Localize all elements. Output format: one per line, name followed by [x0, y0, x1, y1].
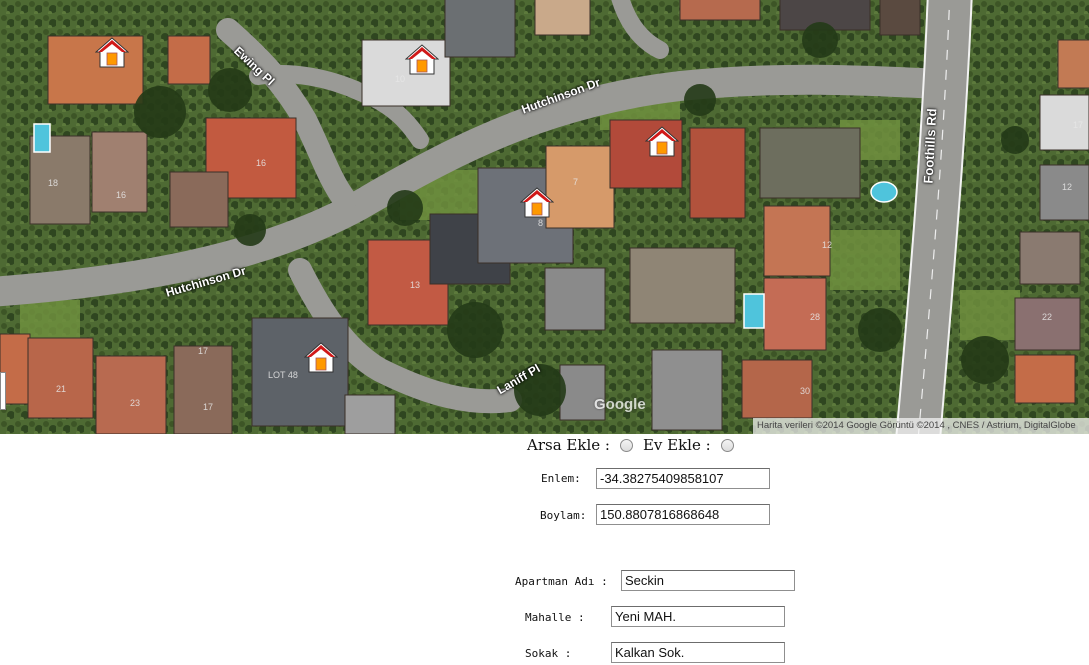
house-number: 18 [48, 178, 59, 188]
house-number: 23 [130, 398, 141, 408]
house-marker-icon [304, 342, 338, 373]
sokak-label: Sokak : [525, 647, 572, 660]
mahalle-field[interactable]: Yeni MAH. [611, 606, 785, 627]
house-marker-5[interactable] [304, 342, 338, 374]
boylam-field[interactable]: 150.8807816868648 [596, 504, 770, 525]
house-number: 17 [198, 346, 209, 356]
house-number: 28 [810, 312, 821, 322]
map-attribution[interactable]: Harita verileri ©2014 Google Görüntü ©20… [753, 418, 1089, 434]
house-number: LOT 48 [268, 370, 298, 380]
house-marker-icon [645, 126, 679, 157]
house-number: 12 [1062, 182, 1073, 192]
house-number: 12 [822, 240, 833, 250]
house-marker-2[interactable] [405, 44, 439, 76]
house-marker-3[interactable] [645, 126, 679, 158]
type-selector-row: Arsa Ekle : Ev Ekle : [527, 436, 744, 454]
apartman-field[interactable]: Seckin [621, 570, 795, 591]
house-number: 21 [56, 384, 67, 394]
ev-radio[interactable] [720, 438, 734, 452]
house-marker-1[interactable] [95, 37, 129, 69]
house-number: 17 [1073, 120, 1084, 130]
house-number: 7 [573, 177, 579, 187]
map-control-edge[interactable] [0, 372, 6, 410]
sokak-field[interactable]: Kalkan Sok. [611, 642, 785, 663]
house-number: 30 [800, 386, 811, 396]
arsa-radio[interactable] [619, 438, 633, 452]
house-number: 16 [256, 158, 267, 168]
house-number: 22 [1042, 312, 1053, 322]
satellite-map[interactable]: Ewing Pl Hutchinson Dr Hutchinson Dr Foo… [0, 0, 1089, 434]
google-logo[interactable]: Google [594, 396, 646, 413]
enlem-label: Enlem: [541, 472, 581, 485]
enlem-field[interactable]: -34.38275409858107 [596, 468, 770, 489]
house-number: 16 [116, 190, 127, 200]
house-number: 13 [410, 280, 421, 290]
house-number: 10 [395, 74, 406, 84]
house-marker-icon [520, 187, 554, 218]
house-number: 8 [538, 218, 544, 228]
house-marker-4[interactable] [520, 187, 554, 219]
arsa-label: Arsa Ekle : [527, 436, 610, 454]
mahalle-label: Mahalle : [525, 611, 585, 624]
ev-label: Ev Ekle : [642, 436, 711, 454]
apartman-label: Apartman Adı : [515, 575, 608, 588]
house-marker-icon [95, 37, 129, 68]
house-number: 17 [203, 402, 214, 412]
house-marker-icon [405, 44, 439, 75]
boylam-label: Boylam: [540, 509, 587, 522]
